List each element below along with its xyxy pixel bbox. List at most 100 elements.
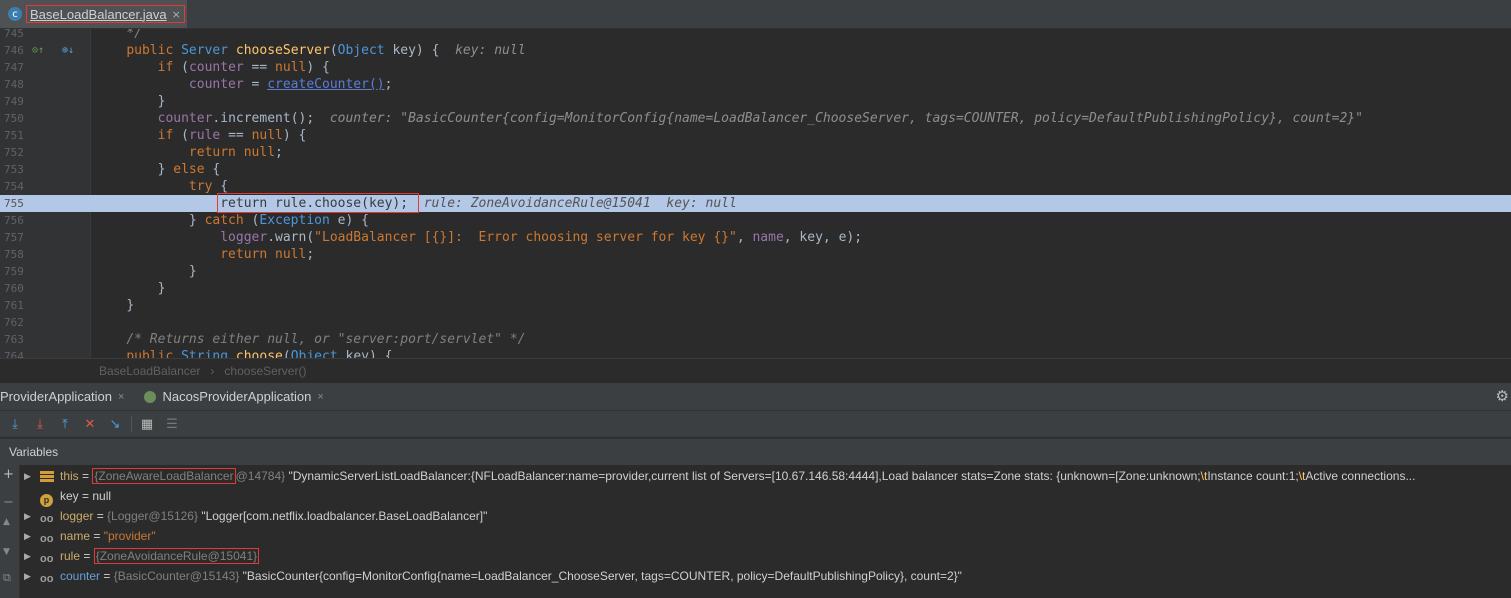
code-text: } [157, 281, 166, 296]
step-into-icon[interactable]: ⤓ [30, 414, 50, 434]
variable-name: rule [60, 549, 81, 563]
variable-value: "DynamicServerListLoadBalancer:{NFLoadBa… [285, 469, 1201, 483]
add-watch-icon[interactable]: + [3, 467, 14, 482]
code-line: 751 if (rule == null) { [0, 127, 1511, 144]
trace-icon[interactable]: ☰ [162, 414, 182, 434]
spring-app-icon [144, 390, 157, 403]
variable-row-logger[interactable]: ▶ oo logger = {Logger@15126} "Logger[com… [20, 506, 1511, 526]
override-icon[interactable]: ⊙↑ [32, 42, 44, 59]
code-line: 763 /* Returns either null, or "server:p… [0, 331, 1511, 348]
code-line: 759 } [0, 263, 1511, 280]
move-down-icon[interactable]: ▼ [3, 547, 10, 557]
evaluate-icon[interactable]: ▦ [137, 414, 157, 434]
remove-watch-icon[interactable]: − [3, 495, 14, 510]
tab-base-load-balancer[interactable]: c BaseLoadBalancer.java × [0, 0, 187, 28]
line-number: 754 [4, 180, 24, 193]
code-text: } else { [157, 162, 221, 177]
line-number: 757 [4, 231, 24, 244]
run-to-cursor-icon[interactable]: ↘ [105, 414, 125, 434]
annotation-box [217, 193, 419, 213]
code-line: 760 } [0, 280, 1511, 297]
line-number: 763 [4, 333, 24, 346]
code-text: if (rule == null) { [157, 128, 307, 143]
move-up-icon[interactable]: ▲ [3, 517, 10, 527]
code-line: 753 } else { [0, 161, 1511, 178]
drop-frame-icon[interactable]: ✕ [80, 414, 100, 434]
step-over-icon[interactable]: ⤓ [5, 414, 25, 434]
variables-side-toolbar: + − ▲ ▼ ⧉ [0, 465, 20, 598]
current-execution-line: 755 return rule.choose(key); rule: ZoneA… [0, 193, 1511, 213]
variables-tree: ▶ this = {ZoneAwareLoadBalancer @14784} "… [20, 465, 1511, 598]
code-line: 749 } [0, 93, 1511, 110]
code-text: try { [188, 179, 229, 194]
debug-toolbar: ⤓ ⤓ ⤒ ✕ ↘ ▦ ☰ [0, 411, 1511, 437]
create-counter-link[interactable]: createCounter() [267, 77, 384, 92]
code-text: public String choose(Object key) { [126, 349, 393, 358]
variable-row-this[interactable]: ▶ this = {ZoneAwareLoadBalancer @14784} "… [20, 466, 1511, 486]
code-text: */ [95, 29, 142, 41]
variable-name: counter [60, 569, 101, 583]
variable-value: "Logger[com.netflix.loadbalancer.BaseLoa… [197, 509, 488, 523]
code-line: 762 [0, 314, 1511, 331]
variables-header: Variables [0, 438, 1511, 465]
line-number: 750 [4, 112, 24, 125]
expand-icon[interactable]: ▶ [24, 466, 31, 486]
inline-debug-value: counter: "BasicCounter{config=MonitorCon… [329, 111, 1363, 126]
line-number: 759 [4, 265, 24, 278]
line-number: 760 [4, 282, 24, 295]
line-number: 746 [4, 44, 24, 57]
expand-icon[interactable]: ▶ [24, 506, 31, 526]
inline-debug-value: key: null [455, 43, 526, 58]
debug-session-tabs: ProviderApplication × NacosProviderAppli… [0, 383, 1511, 411]
variable-row-counter[interactable]: ▶ oo counter = {BasicCounter@15143} "Bas… [20, 566, 1511, 586]
code-text: counter.increment(); counter: "BasicCoun… [157, 111, 1363, 126]
bookmark-icon[interactable]: ⊕↓ [62, 42, 74, 59]
tab-close-icon[interactable]: × [118, 391, 124, 403]
variable-value: "BasicCounter{config=MonitorConfig{name=… [239, 569, 962, 583]
field-icon: oo [40, 573, 54, 585]
code-text: } [157, 94, 166, 109]
tab-provider-application[interactable]: ProviderApplication × [0, 389, 124, 404]
code-line: 746 ⊙↑ ⊕↓ public Server chooseServer(Obj… [0, 42, 1511, 59]
breadcrumb: BaseLoadBalancer › chooseServer() [0, 358, 1511, 383]
line-number: 758 [4, 248, 24, 261]
gear-icon[interactable]: ⚙ [1496, 387, 1509, 405]
line-number: 745 [4, 29, 24, 40]
tab-close-icon[interactable]: × [172, 8, 181, 21]
variable-row-name[interactable]: ▶ oo name = "provider" [20, 526, 1511, 546]
expand-icon[interactable]: ▶ [24, 526, 31, 546]
line-number: 752 [4, 146, 24, 159]
code-line: 761 } [0, 297, 1511, 314]
code-text: public Server chooseServer(Object key) {… [126, 43, 526, 58]
copy-icon[interactable]: ⧉ [3, 571, 11, 585]
tab-highlight-box: BaseLoadBalancer.java × [26, 5, 185, 23]
code-line: 747 if (counter == null) { [0, 59, 1511, 76]
code-text: return null; [188, 145, 283, 160]
expand-icon[interactable]: ▶ [24, 566, 31, 586]
variables-title: Variables [9, 445, 59, 459]
code-text: /* Returns either null, or "server:port/… [126, 332, 526, 347]
expand-icon[interactable]: ▶ [24, 546, 31, 566]
code-editor[interactable]: 745 */ 746 ⊙↑ ⊕↓ public Server chooseSer… [0, 29, 1511, 358]
line-number: 761 [4, 299, 24, 312]
tab-close-icon[interactable]: × [317, 391, 323, 403]
line-number: 756 [4, 214, 24, 227]
tab-label: ProviderApplication [0, 389, 113, 404]
tab-nacos-provider-application[interactable]: NacosProviderApplication × [144, 389, 324, 404]
breadcrumb-class[interactable]: BaseLoadBalancer [99, 364, 200, 378]
code-line: 750 counter.increment(); counter: "Basic… [0, 110, 1511, 127]
code-text: } catch (Exception e) { [188, 213, 369, 228]
variable-row-key[interactable]: p key = null [20, 486, 1511, 507]
variable-name: logger [60, 509, 94, 523]
breadcrumb-separator: › [210, 364, 215, 378]
variable-row-rule[interactable]: ▶ oo rule = {ZoneAvoidanceRule@15041} [20, 546, 1511, 566]
variable-name: name [60, 529, 91, 543]
step-out-icon[interactable]: ⤒ [55, 414, 75, 434]
line-number: 749 [4, 95, 24, 108]
code-line: 764 public String choose(Object key) { [0, 348, 1511, 358]
code-line: 758 return null; [0, 246, 1511, 263]
line-number: 755 [4, 197, 24, 210]
line-number: 748 [4, 78, 24, 91]
tab-file-name: BaseLoadBalancer.java [30, 6, 167, 22]
breadcrumb-method[interactable]: chooseServer() [224, 364, 306, 378]
